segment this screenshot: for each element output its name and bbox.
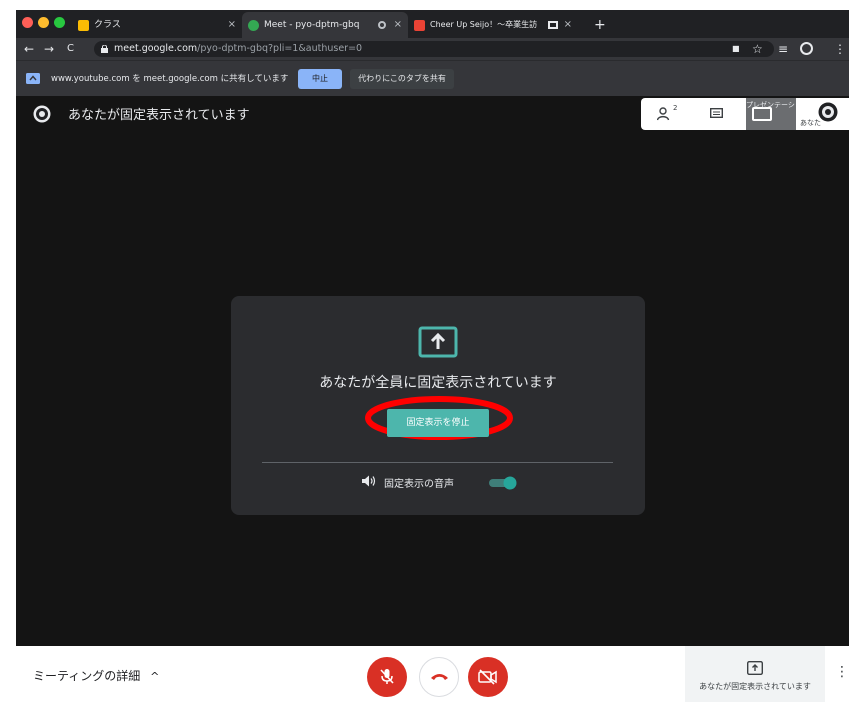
speaker-icon xyxy=(362,475,376,487)
participants-icon[interactable] xyxy=(657,107,673,121)
leave-call-button[interactable] xyxy=(419,657,459,697)
tab-title: クラス xyxy=(94,20,121,30)
pin-audio-label: 固定表示の音声 xyxy=(384,479,454,490)
forward-button[interactable]: → xyxy=(44,41,54,57)
lock-icon xyxy=(101,45,108,53)
present-upload-icon xyxy=(418,326,458,358)
presentation-tile-label: プレゼンテーション（あなた） xyxy=(746,101,796,109)
hang-up-icon xyxy=(431,674,448,680)
tab-youtube[interactable]: Cheer Up Seijo！〜卒業生訪 × xyxy=(408,12,578,38)
tab-close-icon[interactable]: × xyxy=(564,12,572,38)
reload-button[interactable]: C xyxy=(67,41,74,57)
browser-toolbar: ← → C meet.google.com/pyo-dptm-gbq?pli=1… xyxy=(16,38,849,60)
pinned-status-label: あなたが固定表示されています xyxy=(68,108,250,123)
casting-icon xyxy=(548,21,558,29)
meeting-details-label: ミーティングの詳細 xyxy=(33,669,141,683)
stop-pinning-button[interactable]: 固定表示を停止 xyxy=(387,409,489,437)
chat-icon[interactable] xyxy=(710,108,723,120)
browser-menu-icon[interactable]: ⋮ xyxy=(834,41,846,57)
address-host: meet.google.com xyxy=(114,43,198,54)
close-window-button[interactable] xyxy=(22,17,33,28)
tab-close-icon[interactable]: × xyxy=(228,12,236,38)
camera-toggle-button[interactable] xyxy=(468,657,508,697)
tab-classroom[interactable]: クラス × xyxy=(72,12,242,38)
browser-tab-strip: クラス × Meet - pyo-dptm-gbq × Cheer Up Sei… xyxy=(16,10,849,38)
classroom-favicon-icon xyxy=(78,20,89,31)
back-button[interactable]: ← xyxy=(24,41,34,57)
camera-icon[interactable]: ■ xyxy=(732,41,740,57)
zoom-window-button[interactable] xyxy=(54,17,65,28)
tab-close-icon[interactable]: × xyxy=(394,12,402,38)
pin-audio-toggle[interactable] xyxy=(489,476,517,490)
meeting-controls-bar: ミーティングの詳細 ^ あなたが固定表示されています ⋮ xyxy=(0,646,849,702)
bookmark-star-icon[interactable]: ☆ xyxy=(752,41,763,57)
tab-title: Cheer Up Seijo！〜卒業生訪 xyxy=(430,20,538,29)
address-bar[interactable]: meet.google.com/pyo-dptm-gbq?pli=1&authu… xyxy=(94,41,774,57)
recording-indicator-icon xyxy=(378,21,386,29)
self-tile-label: あなた xyxy=(800,119,821,127)
share-this-tab-button[interactable]: 代わりにこのタブを共有 xyxy=(350,69,454,89)
presentation-tile[interactable]: プレゼンテーション（あなた） xyxy=(746,98,796,130)
pinned-notice-title: あなたが全員に固定表示されています xyxy=(319,375,557,391)
media-control-icon[interactable]: ≡ xyxy=(778,41,788,57)
tab-title: Meet - pyo-dptm-gbq xyxy=(264,20,360,30)
meeting-stage: あなたが固定表示されています 2 プレゼンテーション（あなた） あなた xyxy=(16,96,849,646)
screen-share-bar: www.youtube.com を meet.google.com に共有してい… xyxy=(16,60,849,96)
mute-microphone-button[interactable] xyxy=(367,657,407,697)
address-path: /pyo-dptm-gbq?pli=1&authuser=0 xyxy=(197,43,363,54)
pin-status-panel[interactable]: あなたが固定表示されています xyxy=(685,646,825,702)
tab-meet[interactable]: Meet - pyo-dptm-gbq × xyxy=(242,12,408,38)
pinned-notice-card: あなたが全員に固定表示されています 固定表示を停止 固定表示の音声 xyxy=(231,296,645,515)
profile-avatar-icon[interactable] xyxy=(800,42,813,55)
meeting-top-right-panel: 2 プレゼンテーション（あなた） あなた xyxy=(641,98,849,130)
present-icon xyxy=(747,661,763,675)
youtube-favicon-icon xyxy=(414,20,425,31)
share-status-text: www.youtube.com を meet.google.com に共有してい… xyxy=(51,74,289,84)
pin-status-text: あなたが固定表示されています xyxy=(699,682,811,691)
meeting-details-button[interactable]: ミーティングの詳細 ^ xyxy=(33,667,159,684)
self-tile[interactable]: あなた xyxy=(798,98,849,130)
stop-sharing-button[interactable]: 中止 xyxy=(298,69,342,89)
mic-off-icon xyxy=(380,669,394,684)
participant-count: 2 xyxy=(673,104,678,112)
new-tab-button[interactable]: + xyxy=(594,12,606,38)
more-options-icon[interactable]: ⋮ xyxy=(835,664,849,680)
self-avatar-icon xyxy=(33,105,51,123)
card-divider xyxy=(262,462,613,463)
self-tile-avatar-icon xyxy=(818,102,838,122)
minimize-window-button[interactable] xyxy=(38,17,49,28)
meet-favicon-icon xyxy=(248,20,259,31)
screen-share-icon xyxy=(26,73,40,84)
camera-off-icon xyxy=(478,669,497,685)
chevron-up-icon: ^ xyxy=(150,670,160,683)
